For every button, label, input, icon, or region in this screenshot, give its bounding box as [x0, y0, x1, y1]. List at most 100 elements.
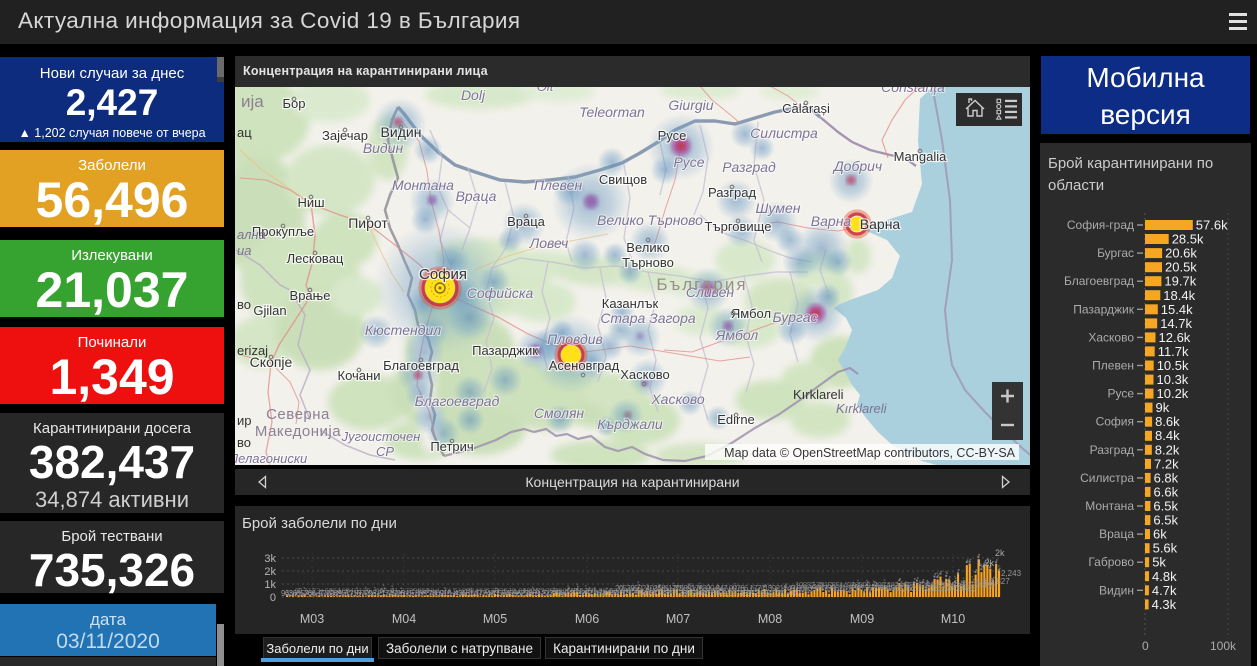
svg-text:Кочани: Кочани [338, 368, 381, 383]
svg-text:14.7k: 14.7k [1160, 316, 1192, 331]
svg-text:София-град: София-град [1067, 218, 1134, 232]
svg-text:Силистра: Силистра [1080, 471, 1134, 485]
svg-text:Разград: Разград [722, 159, 776, 175]
svg-text:M03: M03 [300, 612, 324, 626]
svg-text:M08: M08 [758, 612, 782, 626]
svg-text:Kırklareli: Kırklareli [836, 401, 888, 416]
svg-text:София: София [1096, 415, 1134, 429]
svg-text:Софийска: Софийска [467, 285, 534, 301]
svg-text:Зајечар: Зајечар [322, 128, 368, 143]
svg-text:Велико Търново: Велико Търново [597, 212, 703, 228]
svg-text:Ловеч: Ловеч [529, 235, 569, 251]
svg-text:Кърджали: Кърджали [597, 416, 663, 432]
svg-text:M07: M07 [666, 612, 690, 626]
svg-text:иа: иа [237, 243, 251, 258]
svg-text:Mangalia: Mangalia [894, 149, 948, 164]
svg-text:Македонија: Македонија [255, 423, 341, 440]
svg-text:Кюстендил: Кюстендил [365, 322, 441, 338]
svg-text:M10: M10 [941, 612, 965, 626]
svg-text:Хасково: Хасково [1088, 330, 1134, 344]
svg-text:Kırklareli: Kırklareli [793, 387, 844, 402]
svg-text:20.5k: 20.5k [1165, 260, 1197, 275]
svg-text:7.2k: 7.2k [1154, 456, 1179, 471]
svg-text:8.2k: 8.2k [1155, 442, 1180, 457]
svg-text:8.4k: 8.4k [1155, 428, 1180, 443]
svg-text:Бургас: Бургас [772, 309, 817, 325]
svg-text:Стара Загора: Стара Загора [600, 310, 696, 326]
svg-text:12.6k: 12.6k [1159, 330, 1191, 345]
svg-text:Ямбол: Ямбол [731, 306, 771, 321]
svg-text:Călărași: Călărași [782, 101, 830, 116]
svg-text:M09: M09 [850, 612, 874, 626]
svg-text:Варна: Варна [811, 213, 852, 229]
svg-text:6.5k: 6.5k [1153, 499, 1178, 514]
svg-text:Плевен: Плевен [534, 177, 583, 193]
svg-text:Варна: Варна [860, 216, 901, 232]
svg-text:5.6k: 5.6k [1153, 541, 1178, 556]
svg-text:0: 0 [1142, 639, 1149, 653]
svg-text:18.4k: 18.4k [1163, 288, 1195, 303]
svg-text:Враца: Враца [507, 214, 546, 229]
svg-text:2k: 2k [264, 566, 276, 578]
svg-text:Свищов: Свищов [599, 172, 647, 187]
svg-text:во: во [237, 297, 251, 312]
svg-text:Бургас: Бургас [1097, 246, 1134, 260]
svg-text:M04: M04 [392, 612, 416, 626]
svg-text:Map data © OpenStreetMap contr: Map data © OpenStreetMap contributors, C… [724, 446, 1015, 460]
svg-text:3k: 3k [264, 553, 276, 565]
svg-text:15.4k: 15.4k [1161, 302, 1193, 317]
svg-text:1,2k: 1,2k [977, 558, 995, 568]
svg-text:Constanța: Constanța [881, 87, 945, 95]
svg-text:Ямбол: Ямбол [715, 327, 758, 343]
svg-text:Врање: Врање [290, 288, 331, 303]
svg-text:во: во [237, 435, 251, 450]
svg-text:Хасково: Хасково [620, 367, 669, 382]
svg-text:4.7k: 4.7k [1152, 583, 1177, 598]
svg-text:6k: 6k [1153, 527, 1167, 542]
svg-text:Giurgiu: Giurgiu [668, 97, 713, 113]
svg-text:9k: 9k [1156, 400, 1170, 415]
svg-text:Пазарджик: Пазарджик [1073, 302, 1134, 316]
svg-text:Пирот: Пирот [348, 215, 388, 231]
svg-text:8.6k: 8.6k [1155, 414, 1180, 429]
svg-text:1,5 827: 1,5 827 [983, 577, 1010, 586]
svg-text:6.6k: 6.6k [1154, 484, 1179, 499]
svg-text:София: София [419, 266, 467, 283]
svg-text:Видин: Видин [363, 140, 404, 156]
svg-text:Русе: Русе [658, 128, 687, 143]
svg-text:Лесковац: Лесковац [287, 251, 344, 266]
svg-text:Монтана: Монтана [1085, 499, 1134, 513]
svg-text:Dolj: Dolj [461, 87, 486, 103]
svg-text:алнa: алнa [237, 227, 266, 242]
svg-text:4.3k: 4.3k [1152, 597, 1177, 612]
svg-text:Враца: Враца [1099, 527, 1134, 541]
svg-text:11.7k: 11.7k [1158, 344, 1189, 359]
svg-text:100k: 100k [1210, 639, 1237, 653]
svg-text:Асеновград: Асеновград [549, 358, 620, 373]
svg-text:ија: ија [241, 92, 264, 111]
svg-text:Видин: Видин [381, 124, 422, 140]
svg-text:България: България [656, 275, 747, 294]
svg-text:10.3k: 10.3k [1157, 372, 1189, 387]
svg-text:2k: 2k [995, 548, 1005, 558]
svg-text:28.5k: 28.5k [1172, 232, 1204, 247]
svg-text:10.2k: 10.2k [1157, 386, 1189, 401]
svg-text:Gjilan: Gjilan [253, 303, 286, 318]
svg-text:erizaj: erizaj [237, 343, 268, 358]
svg-text:1k: 1k [264, 579, 276, 591]
svg-text:57.6k: 57.6k [1196, 218, 1228, 233]
svg-text:Търново: Търново [622, 255, 674, 270]
svg-text:4.8k: 4.8k [1152, 569, 1177, 584]
svg-text:Olt: Olt [537, 87, 555, 94]
svg-text:Teleorman: Teleorman [579, 104, 645, 120]
svg-text:Бор: Бор [283, 96, 306, 111]
svg-text:Силистра: Силистра [750, 125, 818, 141]
svg-text:5k: 5k [1152, 555, 1166, 570]
svg-text:Видин: Видин [1099, 583, 1134, 597]
svg-text:Благоевград: Благоевград [383, 358, 459, 373]
svg-text:Смолян: Смолян [534, 405, 585, 421]
svg-text:10.5k: 10.5k [1157, 358, 1189, 373]
svg-text:Југоисточен: Југоисточен [341, 429, 421, 444]
svg-text:Пазарджик: Пазарджик [472, 343, 538, 358]
svg-text:Пловдив: Пловдив [547, 331, 603, 347]
